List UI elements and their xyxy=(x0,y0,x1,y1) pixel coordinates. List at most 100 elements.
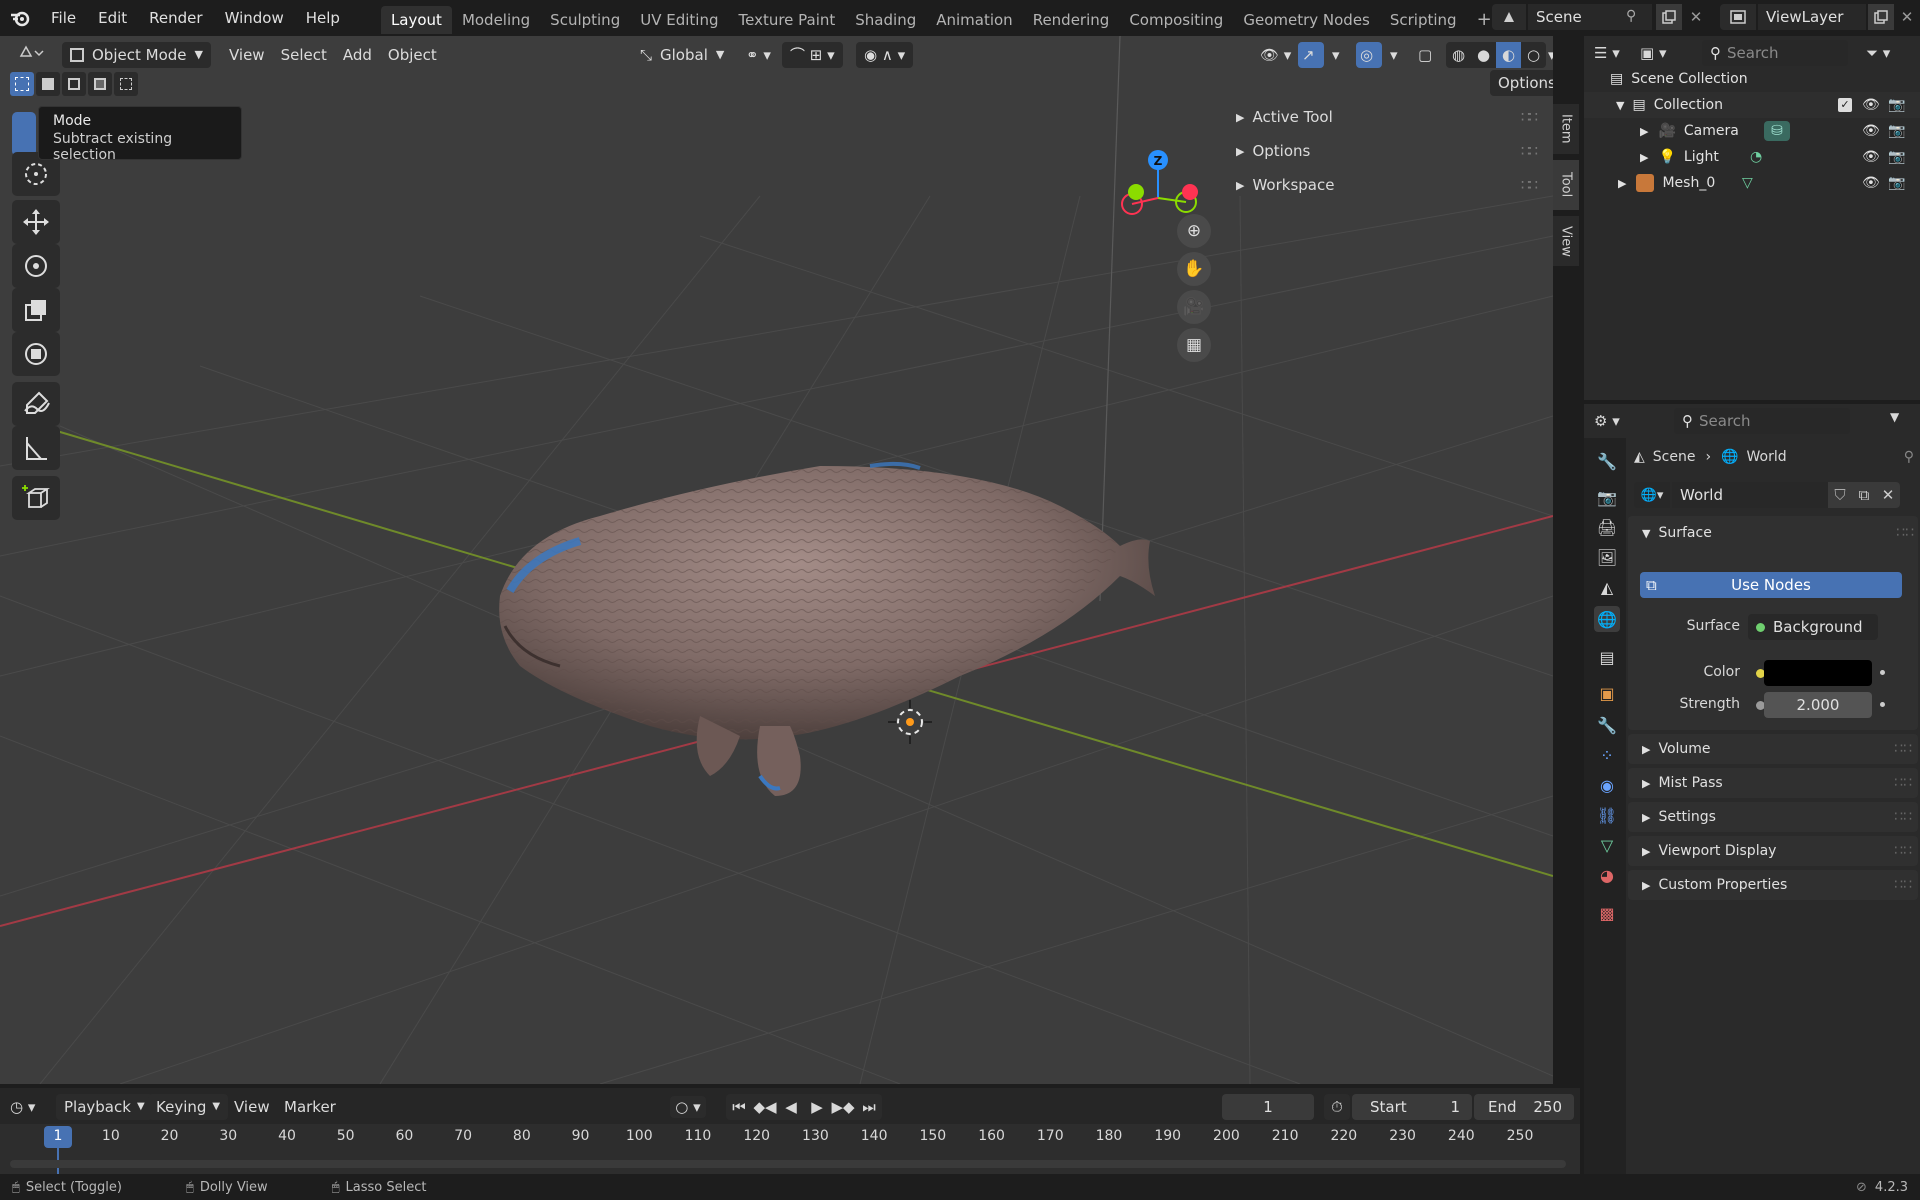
new-view-layer-icon[interactable] xyxy=(1868,4,1894,30)
camera-view-icon[interactable]: 🎥 xyxy=(1177,290,1211,324)
camera-row[interactable]: ▶ 🎥 Camera ⛁ 👁 📷 xyxy=(1584,118,1920,144)
scene-selector-icon[interactable] xyxy=(1492,4,1526,30)
menu-add[interactable]: Add xyxy=(335,42,380,68)
outliner-editor-type-icon[interactable]: ☰ ▾ xyxy=(1594,40,1634,66)
eye-icon[interactable]: 👁 xyxy=(1862,175,1880,191)
menu-edit[interactable]: Edit xyxy=(87,0,138,36)
xray-icon[interactable]: ▢ xyxy=(1414,42,1436,68)
tab-shading[interactable]: Shading xyxy=(845,6,926,34)
color-swatch[interactable] xyxy=(1764,660,1872,686)
world-browse-icon[interactable]: 🌐▾ xyxy=(1634,482,1670,508)
stopwatch-icon[interactable]: ⏱ xyxy=(1324,1094,1350,1120)
use-nodes-button[interactable]: ⧉ Use Nodes xyxy=(1640,572,1902,598)
play-icon[interactable]: ▶ xyxy=(804,1094,830,1120)
light-row[interactable]: ▶ 💡 Light ◔ 👁 📷 xyxy=(1584,144,1920,170)
fake-user-icon[interactable]: ⛉ xyxy=(1828,482,1852,508)
3d-viewport[interactable]: Object Mode ▼ View Select Add Object ⤡ G… xyxy=(0,36,1553,1084)
drag-handle-icon[interactable]: ∷∷ xyxy=(1894,809,1912,825)
pan-hand-icon[interactable]: ✋ xyxy=(1177,252,1211,286)
auto-keying-icon[interactable]: ○ ▾ xyxy=(670,1096,706,1118)
tab-scripting[interactable]: Scripting xyxy=(1380,6,1467,34)
viewport-display-section[interactable]: ▶ Viewport Display ∷∷ xyxy=(1628,836,1918,866)
snap-icon[interactable]: ⌒ ⊞ ▾ xyxy=(782,42,843,68)
texture-tab-icon[interactable]: ▩ xyxy=(1594,900,1620,926)
pivot-point-icon[interactable]: ⚭ ▾ xyxy=(738,42,779,68)
solid-shading-icon[interactable]: ● xyxy=(1471,42,1496,68)
tab-rendering[interactable]: Rendering xyxy=(1023,6,1120,34)
timeline-scrollbar[interactable] xyxy=(10,1160,1566,1168)
eye-icon[interactable]: 👁 xyxy=(1862,149,1880,165)
unlink-world-icon[interactable]: ✕ xyxy=(1876,482,1900,508)
prev-keyframe-icon[interactable]: ◆◀ xyxy=(752,1094,778,1120)
chevron-right-icon[interactable]: ▶ xyxy=(1640,125,1648,138)
constraints-tab-icon[interactable]: ⛓ xyxy=(1594,802,1620,828)
tab-uv-editing[interactable]: UV Editing xyxy=(630,6,728,34)
3d-cursor[interactable] xyxy=(888,700,932,744)
shading-dropdown-icon[interactable]: ▾ xyxy=(1546,42,1553,68)
transform-orientation-dropdown[interactable]: ⤡ Global ▼ xyxy=(632,42,732,68)
select-intersect-icon[interactable] xyxy=(114,72,138,96)
gizmo-toggle-icon[interactable]: ↗ xyxy=(1298,42,1324,68)
world-name-field[interactable]: World xyxy=(1672,482,1828,508)
physics-tab-icon[interactable]: ◉ xyxy=(1594,772,1620,798)
scene-collection-row[interactable]: ▤ Scene Collection xyxy=(1584,66,1920,92)
camera-data-icon[interactable]: ⛁ xyxy=(1764,121,1790,141)
jump-start-icon[interactable]: ⏮ xyxy=(726,1094,752,1120)
camera-render-icon[interactable]: 📷 xyxy=(1888,123,1905,139)
view-layer-tab-icon[interactable]: 🖼 xyxy=(1594,544,1620,570)
scale-tool[interactable] xyxy=(12,288,60,332)
npanel-active-tool[interactable]: ▶ Active Tool ∷∷ xyxy=(1236,102,1538,132)
custom-properties-section[interactable]: ▶ Custom Properties ∷∷ xyxy=(1628,870,1918,900)
npanel-workspace[interactable]: ▶ Workspace ∷∷ xyxy=(1236,170,1538,200)
material-tab-icon[interactable]: ◕ xyxy=(1594,862,1620,888)
tab-layout[interactable]: Layout xyxy=(380,6,452,34)
new-scene-icon[interactable] xyxy=(1656,4,1682,30)
tab-geometry-nodes[interactable]: Geometry Nodes xyxy=(1233,6,1380,34)
editor-type-icon[interactable] xyxy=(10,42,50,68)
collection-row[interactable]: ▼ ▤ Collection ✓ 👁 📷 xyxy=(1584,92,1920,118)
tab-animation[interactable]: Animation xyxy=(926,6,1022,34)
object-mode-dropdown[interactable]: Object Mode ▼ xyxy=(62,42,211,68)
end-frame-field[interactable]: End 250 xyxy=(1474,1094,1574,1120)
exclude-checkbox[interactable]: ✓ xyxy=(1838,98,1852,112)
mesh-data-icon[interactable]: ▽ xyxy=(1742,175,1753,191)
chevron-right-icon[interactable]: ▶ xyxy=(1640,151,1648,164)
wireframe-shading-icon[interactable]: ◍ xyxy=(1446,42,1471,68)
measure-tool[interactable] xyxy=(12,426,60,470)
delete-scene-icon[interactable]: ✕ xyxy=(1684,4,1708,30)
overlay-dropdown-icon[interactable]: ▾ xyxy=(1386,42,1402,68)
start-frame-field[interactable]: Start 1 xyxy=(1352,1094,1472,1120)
select-subtract-icon[interactable] xyxy=(62,72,86,96)
play-reverse-icon[interactable]: ◀ xyxy=(778,1094,804,1120)
camera-render-icon[interactable]: 📷 xyxy=(1888,97,1905,113)
annotate-tool[interactable] xyxy=(12,382,60,426)
proportional-edit-icon[interactable]: ◉ ∧ ▾ xyxy=(856,42,914,68)
tab-texture-paint[interactable]: Texture Paint xyxy=(728,6,845,34)
manatee-mesh[interactable] xyxy=(499,461,1156,796)
visibility-icon[interactable]: 👁 ▾ xyxy=(1252,42,1299,68)
light-data-icon[interactable]: ◔ xyxy=(1750,149,1762,165)
eye-icon[interactable]: 👁 xyxy=(1862,97,1880,113)
add-cube-tool[interactable] xyxy=(12,476,60,520)
volume-section[interactable]: ▶ Volume ∷∷ xyxy=(1628,734,1918,764)
options-dropdown[interactable]: Options ▼ xyxy=(1490,70,1553,96)
move-tool[interactable] xyxy=(12,200,60,244)
playback-menu[interactable]: Playback ▼ xyxy=(56,1094,153,1120)
select-box-tool[interactable] xyxy=(12,112,36,156)
camera-render-icon[interactable]: 📷 xyxy=(1888,175,1905,191)
timeline-view-menu[interactable]: View xyxy=(226,1094,278,1120)
select-extend-icon[interactable] xyxy=(36,72,60,96)
select-invert-icon[interactable] xyxy=(88,72,112,96)
breadcrumb-world[interactable]: World xyxy=(1747,449,1787,465)
jump-end-icon[interactable]: ⏭ xyxy=(856,1094,882,1120)
properties-search[interactable]: ⚲ Search xyxy=(1674,408,1850,434)
settings-section[interactable]: ▶ Settings ∷∷ xyxy=(1628,802,1918,832)
mist-pass-section[interactable]: ▶ Mist Pass ∷∷ xyxy=(1628,768,1918,798)
npanel-options[interactable]: ▶ Options ∷∷ xyxy=(1236,136,1538,166)
timeline-editor-type-icon[interactable]: ◷ ▾ xyxy=(10,1094,50,1120)
menu-file[interactable]: File xyxy=(40,0,87,36)
transform-tool[interactable] xyxy=(12,332,60,376)
view-layer-field[interactable]: ViewLayer xyxy=(1758,4,1866,30)
keyframe-dot-icon[interactable] xyxy=(1880,702,1885,707)
gizmo-dropdown-icon[interactable]: ▾ xyxy=(1328,42,1344,68)
